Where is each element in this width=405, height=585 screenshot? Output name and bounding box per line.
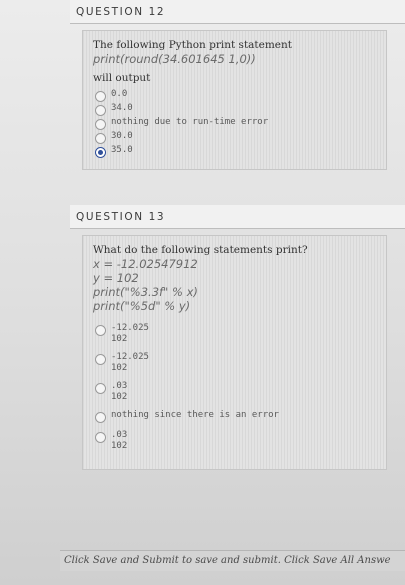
q13-option-5-label: .03 102 xyxy=(111,430,127,452)
radio-button[interactable] xyxy=(95,383,106,394)
question-13-body: What do the following statements print? … xyxy=(82,235,387,470)
radio-button[interactable] xyxy=(95,105,106,116)
q13-option-2-line1: -12.025 xyxy=(111,352,149,362)
q13-option-3-label: .03 102 xyxy=(111,381,127,403)
radio-button[interactable] xyxy=(95,119,106,130)
question-13-code-line-4: print("%5d" % y) xyxy=(93,299,191,313)
question-12-prompt: The following Python print statement xyxy=(93,39,293,51)
question-12-header: QUESTION 12 xyxy=(70,0,405,24)
footer-instructions: Click Save and Submit to save and submit… xyxy=(60,550,405,571)
question-12-after: will output xyxy=(93,72,151,84)
radio-button[interactable] xyxy=(95,91,106,102)
q13-option-2[interactable]: -12.025 102 xyxy=(93,352,378,374)
q13-option-5[interactable]: .03 102 xyxy=(93,430,378,452)
q13-option-3-line2: 102 xyxy=(111,392,128,402)
q12-option-2-label: 34.0 xyxy=(111,103,133,113)
radio-button[interactable] xyxy=(95,412,106,423)
q12-option-2[interactable]: 34.0 xyxy=(93,103,378,116)
q13-option-1[interactable]: -12.025 102 xyxy=(93,323,378,345)
radio-button[interactable] xyxy=(95,325,106,336)
q12-option-5[interactable]: 35.0 xyxy=(93,145,378,158)
question-12-code: print(round(34.601645 1,0)) xyxy=(93,52,256,66)
q12-option-4-label: 30.0 xyxy=(111,131,133,141)
q13-option-5-line1: .03 xyxy=(111,430,128,440)
radio-button[interactable] xyxy=(95,133,106,144)
radio-button[interactable] xyxy=(95,432,106,443)
question-13-options: -12.025 102 -12.025 102 .03 102 nothing … xyxy=(93,323,378,452)
q13-option-1-line1: -12.025 xyxy=(111,323,149,333)
question-13-code-line-1: x = -12.02547912 xyxy=(93,257,198,271)
question-13-header: QUESTION 13 xyxy=(70,205,405,229)
q13-option-3-line1: .03 xyxy=(111,381,128,391)
quiz-page: QUESTION 12 The following Python print s… xyxy=(0,0,405,585)
q12-option-3[interactable]: nothing due to run-time error xyxy=(93,117,378,130)
q12-option-5-label: 35.0 xyxy=(111,145,133,155)
question-13: QUESTION 13 What do the following statem… xyxy=(70,205,405,470)
q13-option-2-label: -12.025 102 xyxy=(111,352,149,374)
q12-option-1-label: 0.0 xyxy=(111,89,128,99)
question-12-body: The following Python print statement pri… xyxy=(82,30,387,170)
q13-option-5-line2: 102 xyxy=(111,441,128,451)
q13-option-1-line2: 102 xyxy=(111,334,128,344)
q12-option-3-label: nothing due to run-time error xyxy=(111,117,269,127)
q13-option-3[interactable]: .03 102 xyxy=(93,381,378,403)
q13-option-1-label: -12.025 102 xyxy=(111,323,149,345)
radio-button-selected[interactable] xyxy=(95,147,106,158)
question-13-code-line-3: print("%3.3f" % x) xyxy=(93,285,198,299)
question-12-options: 0.0 34.0 nothing due to run-time error 3… xyxy=(93,89,378,158)
radio-button[interactable] xyxy=(95,354,106,365)
q12-option-4[interactable]: 30.0 xyxy=(93,131,378,144)
question-13-prompt: What do the following statements print? xyxy=(93,244,308,256)
q13-option-4[interactable]: nothing since there is an error xyxy=(93,410,378,423)
q12-option-1[interactable]: 0.0 xyxy=(93,89,378,102)
question-13-code-line-2: y = 102 xyxy=(93,271,139,285)
q13-option-2-line2: 102 xyxy=(111,363,128,373)
q13-option-4-label: nothing since there is an error xyxy=(111,410,279,420)
question-12: QUESTION 12 The following Python print s… xyxy=(70,0,405,170)
